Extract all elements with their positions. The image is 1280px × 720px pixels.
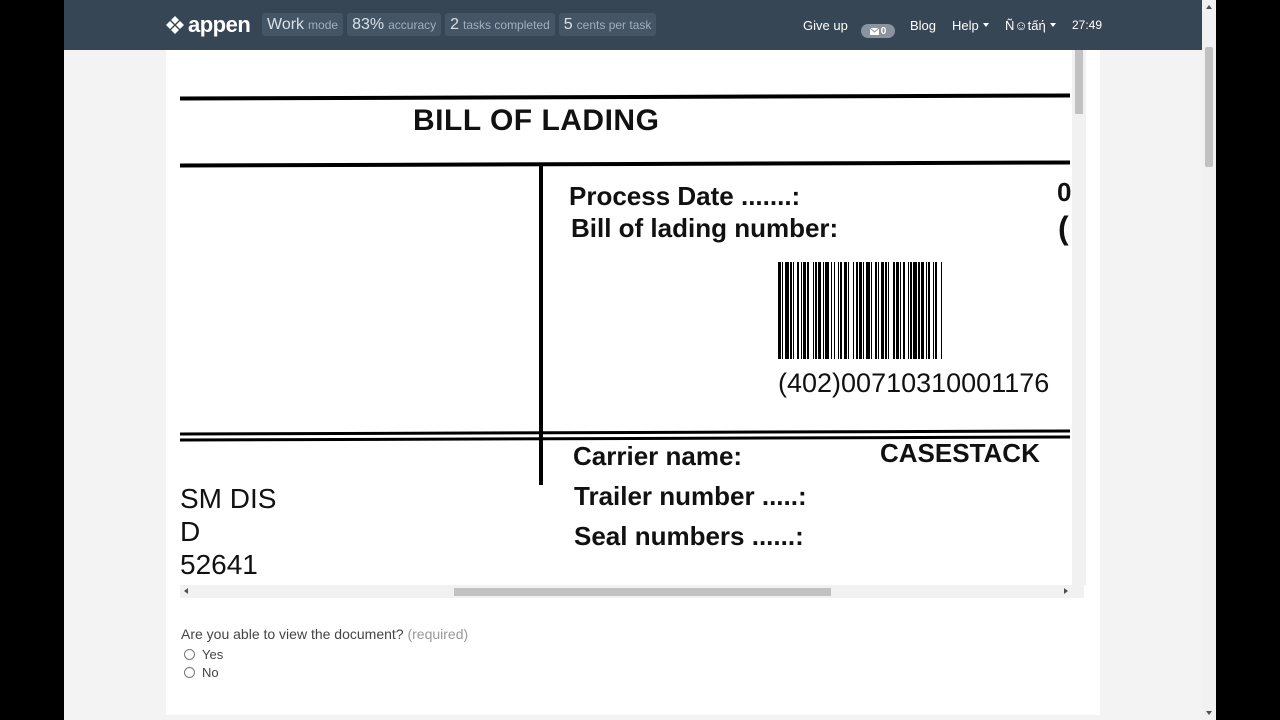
task-card: BILL OF LADING Process Date .......: 0 B… xyxy=(166,50,1100,715)
process-date-value: 0 xyxy=(1057,177,1072,207)
address-line: 52641 xyxy=(180,549,258,580)
stat-pay-label: cents per task xyxy=(576,18,652,32)
option-no[interactable]: No xyxy=(184,665,219,680)
stat-tasks-value: 2 xyxy=(450,16,460,33)
scroll-down-arrow-icon[interactable] xyxy=(1206,711,1212,715)
logo-text: appen xyxy=(188,12,251,37)
top-navbar: appen Work mode 83% accuracy 2 tasks com… xyxy=(64,0,1202,50)
doc-title: BILL OF LADING xyxy=(413,104,660,137)
stat-accuracy: 83% accuracy xyxy=(347,13,442,36)
user-menu[interactable]: Ñ☺tấή xyxy=(1005,0,1056,50)
chevron-down-icon xyxy=(1049,23,1056,27)
carrier-value: CASESTACK xyxy=(880,438,1040,468)
stat-pay-value: 5 xyxy=(563,16,573,33)
doc-rule xyxy=(180,429,1071,436)
envelope-icon xyxy=(869,27,879,35)
stat-mode-label: mode xyxy=(308,18,339,32)
doc-rule xyxy=(180,93,1071,101)
viewer-horizontal-thumb[interactable] xyxy=(454,588,831,596)
process-date-label: Process Date .......: xyxy=(569,181,801,211)
scroll-up-arrow-icon[interactable] xyxy=(1206,5,1212,9)
trailer-label: Trailer number .....: xyxy=(574,481,807,511)
radio-yes[interactable] xyxy=(184,649,195,660)
blog-link[interactable]: Blog xyxy=(910,0,936,50)
scroll-left-arrow-icon[interactable] xyxy=(184,588,188,594)
help-label: Help xyxy=(952,17,979,33)
help-menu[interactable]: Help xyxy=(952,0,989,50)
option-yes[interactable]: Yes xyxy=(184,647,223,662)
barcode-gap xyxy=(942,262,944,359)
required-label: (required) xyxy=(407,626,469,642)
chevron-down-icon xyxy=(982,23,989,27)
viewer-vertical-scrollbar[interactable] xyxy=(1072,50,1086,585)
viewer-horizontal-scrollbar[interactable] xyxy=(180,585,1084,598)
appen-logo[interactable]: appen xyxy=(165,12,251,38)
message-count: 0 xyxy=(880,25,887,37)
task-timer: 27:49 xyxy=(1072,18,1103,32)
browser-viewport: appen Work mode 83% accuracy 2 tasks com… xyxy=(64,0,1216,720)
give-up-link[interactable]: Give up xyxy=(803,0,848,50)
stat-tasks-label: tasks completed xyxy=(463,18,550,32)
stat-mode-value: Work xyxy=(267,16,305,33)
stat-pay-rate: 5 cents per task xyxy=(558,13,657,36)
seal-label: Seal numbers ......: xyxy=(574,521,804,551)
messages-badge[interactable]: 0 xyxy=(861,24,895,38)
bol-number-label: Bill of lading number: xyxy=(571,213,839,243)
barcode-text: (402)00710310001176 xyxy=(778,368,1050,398)
doc-rule xyxy=(180,160,1071,168)
bol-number-value: ( xyxy=(1058,210,1069,246)
stats-bar: Work mode 83% accuracy 2 tasks completed… xyxy=(262,13,657,36)
page-scrollbar-thumb[interactable] xyxy=(1205,47,1213,167)
document-image: BILL OF LADING Process Date .......: 0 B… xyxy=(180,50,1072,585)
radio-no[interactable] xyxy=(184,667,195,678)
view-document-question: Are you able to view the document? (requ… xyxy=(181,626,468,642)
stat-accuracy-label: accuracy xyxy=(388,18,437,32)
page-scrollbar[interactable] xyxy=(1202,0,1216,720)
stat-mode: Work mode xyxy=(262,13,344,36)
user-name: Ñ☺tấή xyxy=(1005,17,1046,33)
question-text: Are you able to view the document? xyxy=(181,626,404,642)
scroll-right-arrow-icon[interactable] xyxy=(1064,588,1068,594)
option-no-label: No xyxy=(202,665,219,680)
stat-tasks-completed: 2 tasks completed xyxy=(445,13,555,36)
appen-logo-icon xyxy=(166,16,184,34)
option-yes-label: Yes xyxy=(202,647,224,662)
stat-accuracy-value: 83% xyxy=(352,16,385,33)
viewer-vertical-thumb[interactable] xyxy=(1075,50,1083,114)
address-line: D xyxy=(180,516,201,547)
address-line: SM DIS xyxy=(180,483,277,514)
document-viewer[interactable]: BILL OF LADING Process Date .......: 0 B… xyxy=(180,50,1085,598)
barcode xyxy=(778,262,1062,359)
carrier-label: Carrier name: xyxy=(573,441,743,471)
